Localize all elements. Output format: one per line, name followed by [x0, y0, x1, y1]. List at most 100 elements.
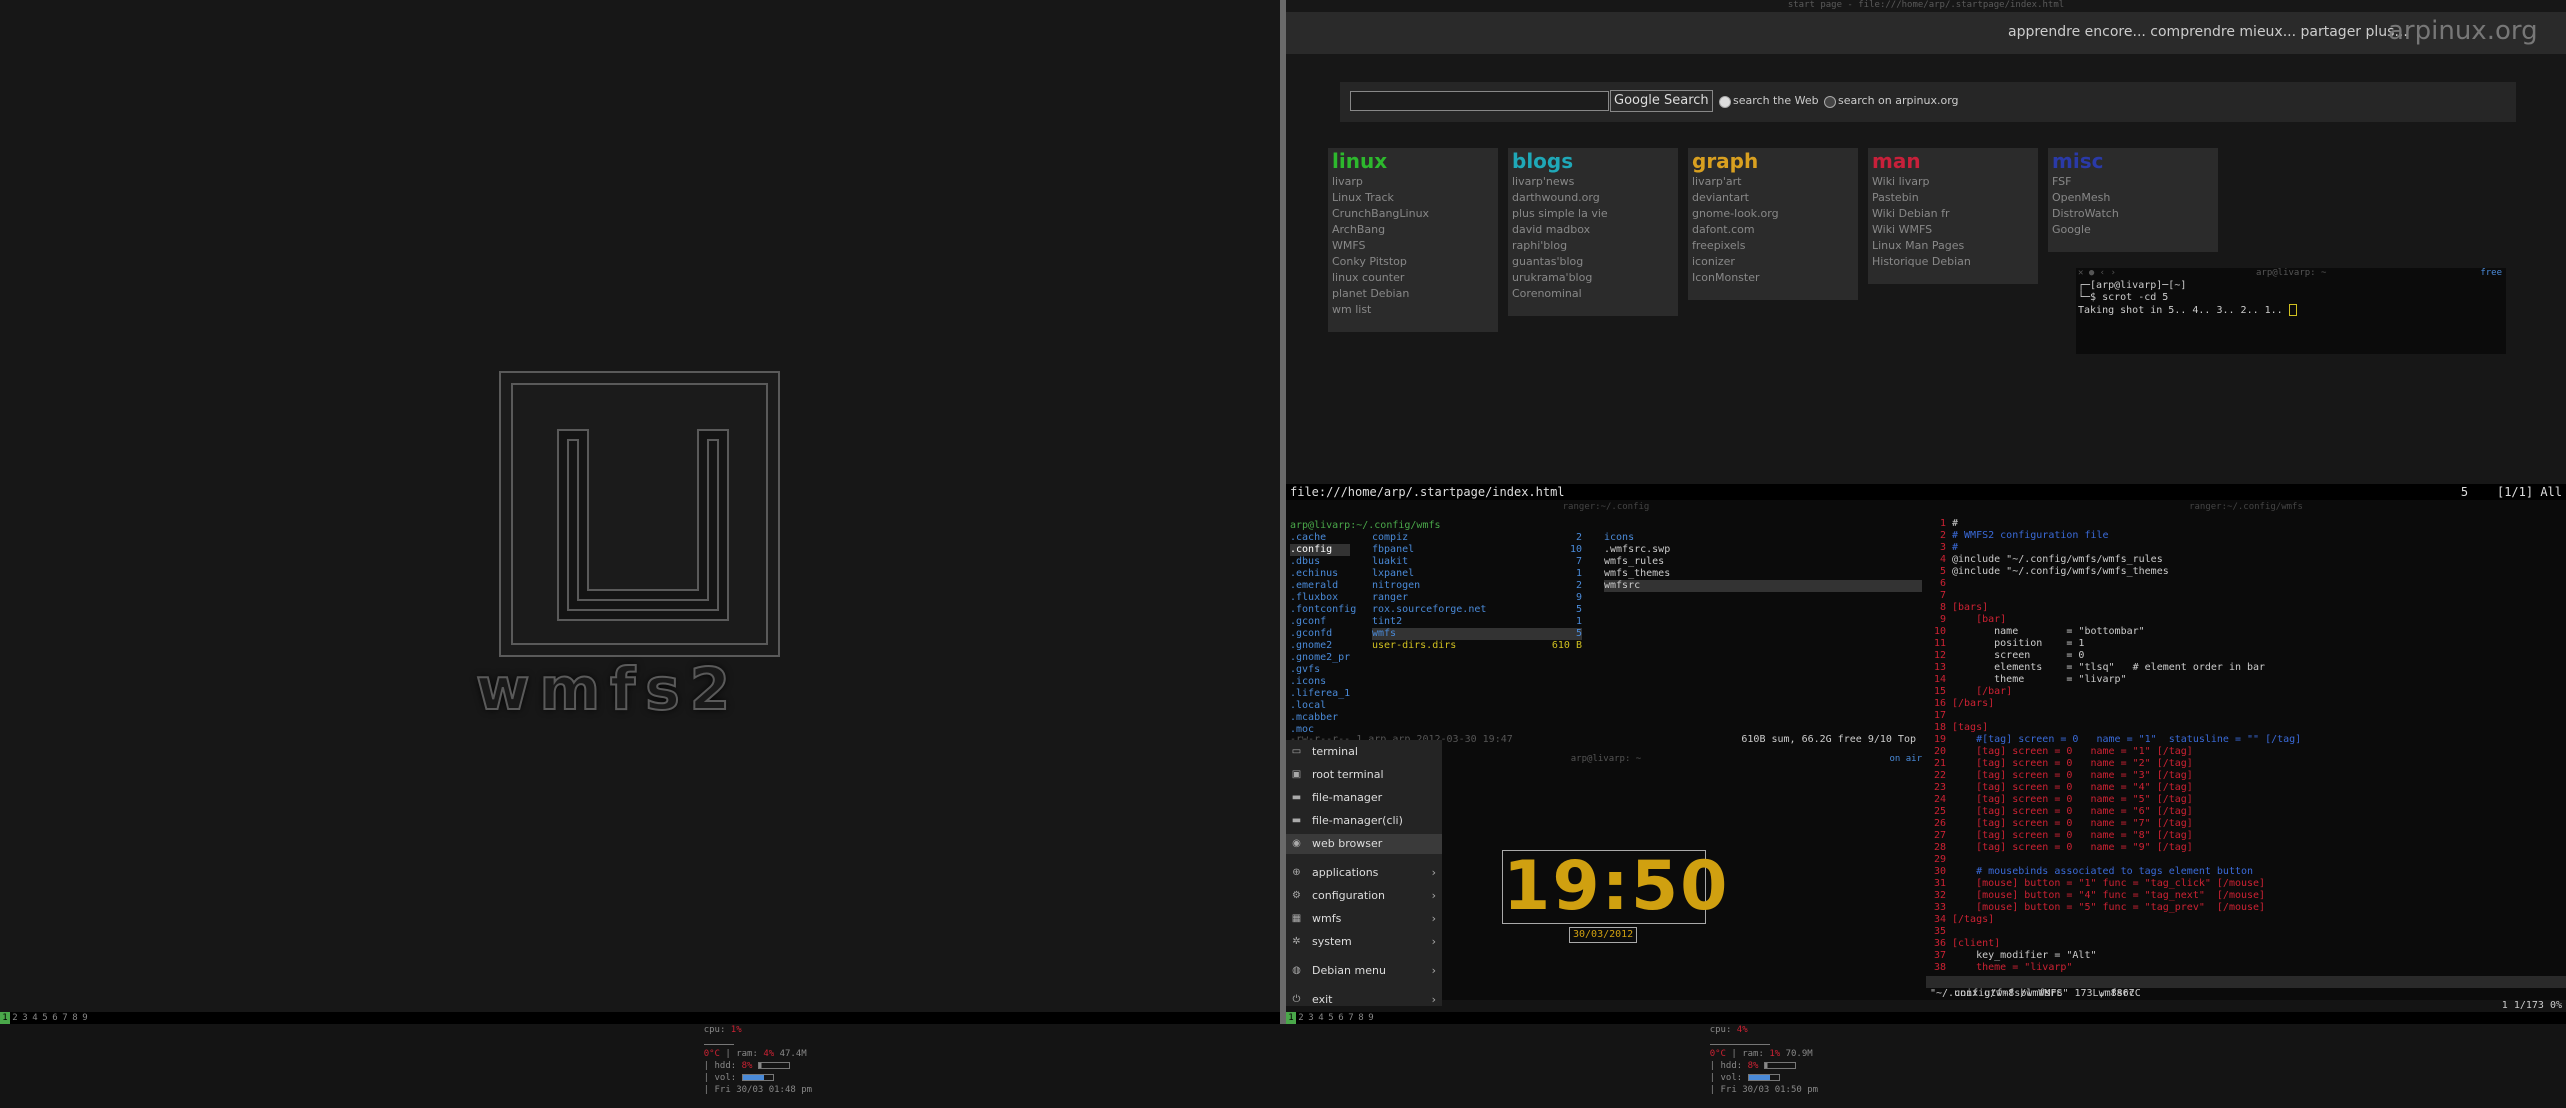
menu-item-wmfs[interactable]: ▦ wmfs › [1286, 909, 1442, 929]
tag-8[interactable]: 8 [1356, 1012, 1366, 1024]
category-link[interactable]: WMFS [1328, 238, 1498, 254]
category-link[interactable]: CrunchBangLinux [1328, 206, 1498, 222]
ranger-col-parent[interactable]: .cache .config .dbus .echinus .emerald .fluxb… [1290, 532, 1356, 736]
menu-item-exit[interactable]: ⏻ exit › [1286, 990, 1442, 1010]
ranger-entry[interactable]: wmfsrc [1604, 580, 1922, 592]
ranger-entry[interactable]: .emerald [1290, 580, 1350, 592]
category-link[interactable]: Corenominal [1508, 286, 1678, 302]
category-link[interactable]: linux counter [1328, 270, 1498, 286]
ranger-entry[interactable]: .gconf [1290, 616, 1350, 628]
category-link[interactable]: freepixels [1688, 238, 1858, 254]
tag-1[interactable]: 1 [0, 1012, 10, 1024]
menu-item-debian-menu[interactable]: ◍ Debian menu › [1286, 961, 1442, 981]
ranger-entry[interactable]: tint2 1 [1372, 616, 1582, 628]
ranger-entry[interactable]: fbpanel 10 [1372, 544, 1582, 556]
category-link[interactable]: Pastebin [1868, 190, 2038, 206]
ranger-col-preview[interactable]: icons .wmfsrc.swp wmfs_rules wmfs_themes wmf… [1604, 532, 1922, 592]
radio-web[interactable] [1719, 96, 1731, 108]
category-link[interactable]: david madbox [1508, 222, 1678, 238]
vim-buffer[interactable]: 1 #2 # WMFS2 configuration file 3 #4 @include… [1926, 518, 2301, 974]
ranger-entry[interactable]: .gvfs [1290, 664, 1350, 676]
category-link[interactable]: OpenMesh [2048, 190, 2218, 206]
category-link[interactable]: gnome-look.org [1688, 206, 1858, 222]
category-link[interactable]: raphi'blog [1508, 238, 1678, 254]
radio-site[interactable] [1824, 96, 1836, 108]
menu-item-system[interactable]: ✲ system › [1286, 932, 1442, 952]
volume-meter[interactable] [1747, 1074, 1780, 1081]
menu-item-applications[interactable]: ⊕ applications › [1286, 863, 1442, 883]
ranger-entry[interactable]: user-dirs.dirs 610 B [1372, 640, 1582, 652]
ranger-entry[interactable]: wmfs_rules [1604, 556, 1922, 568]
category-link[interactable]: dafont.com [1688, 222, 1858, 238]
tag-9[interactable]: 9 [80, 1012, 90, 1024]
category-link[interactable]: darthwound.org [1508, 190, 1678, 206]
tag-5[interactable]: 5 [1326, 1012, 1336, 1024]
category-link[interactable]: wm list [1328, 302, 1498, 318]
ranger-entry[interactable]: ranger 9 [1372, 592, 1582, 604]
ranger-entry[interactable]: .gnome2_pr [1290, 652, 1350, 664]
ranger-col-current[interactable]: compiz 2 fbpanel 10 luakit 7 lxpanel 1 nitrogen 2… [1372, 532, 1582, 652]
ranger-entry[interactable]: nitrogen 2 [1372, 580, 1582, 592]
category-link[interactable]: livarp'art [1688, 174, 1858, 190]
ranger-entry[interactable]: luakit 7 [1372, 556, 1582, 568]
search-input[interactable] [1350, 91, 1609, 111]
menu-item-web-browser[interactable]: ◉ web browser [1286, 834, 1442, 854]
ranger-entry[interactable]: .wmfsrc.swp [1604, 544, 1922, 556]
ranger-entry[interactable]: .echinus [1290, 568, 1350, 580]
category-link[interactable]: Wiki WMFS [1868, 222, 2038, 238]
ranger-entry[interactable]: wmfs_themes [1604, 568, 1922, 580]
ranger-window[interactable]: ranger:~/.config arp@livarp:~/.config/wm… [1286, 500, 1926, 752]
ranger-entry[interactable]: .local [1290, 700, 1350, 712]
category-link[interactable]: FSF [2048, 174, 2218, 190]
category-link[interactable]: livarp'news [1508, 174, 1678, 190]
category-link[interactable]: plus simple la vie [1508, 206, 1678, 222]
ranger-entry[interactable]: .config [1290, 544, 1350, 556]
menu-item-root-terminal[interactable]: ▣ root terminal [1286, 765, 1442, 785]
ranger-entry[interactable]: .liferea_1 [1290, 688, 1350, 700]
tag-7[interactable]: 7 [1346, 1012, 1356, 1024]
category-link[interactable]: iconizer [1688, 254, 1858, 270]
tag-7[interactable]: 7 [60, 1012, 70, 1024]
volume-meter[interactable] [741, 1074, 774, 1081]
menu-item-file-manager[interactable]: ▬ file-manager [1286, 788, 1442, 808]
ranger-entry[interactable]: wmfs 5 [1372, 628, 1582, 640]
tag-9[interactable]: 9 [1366, 1012, 1376, 1024]
tag-8[interactable]: 8 [70, 1012, 80, 1024]
ranger-entry[interactable]: .gnome2 [1290, 640, 1350, 652]
category-link[interactable]: Wiki livarp [1868, 174, 2038, 190]
ranger-entry[interactable]: .dbus [1290, 556, 1350, 568]
category-link[interactable]: deviantart [1688, 190, 1858, 206]
category-link[interactable]: DistroWatch [2048, 206, 2218, 222]
category-link[interactable]: Linux Man Pages [1868, 238, 2038, 254]
tag-3[interactable]: 3 [20, 1012, 30, 1024]
category-link[interactable]: Google [2048, 222, 2218, 238]
ranger-entry[interactable]: .gconfd [1290, 628, 1350, 640]
ranger-entry[interactable]: .cache [1290, 532, 1350, 544]
site-name[interactable]: arpinux.org [2388, 16, 2538, 46]
ranger-entry[interactable]: .mcabber [1290, 712, 1350, 724]
tag-list[interactable]: 123456789 [0, 1012, 90, 1024]
ranger-entry[interactable]: .fluxbox [1290, 592, 1350, 604]
category-link[interactable]: guantas'blog [1508, 254, 1678, 270]
google-search-button[interactable]: Google Search [1610, 90, 1713, 112]
ranger-entry[interactable]: .icons [1290, 676, 1350, 688]
menu-item-file-manager-cli-[interactable]: ▬ file-manager(cli) [1286, 811, 1442, 831]
ranger-entry[interactable]: .fontconfig [1290, 604, 1356, 616]
tag-2[interactable]: 2 [10, 1012, 20, 1024]
tag-6[interactable]: 6 [50, 1012, 60, 1024]
tag-1[interactable]: 1 [1286, 1012, 1296, 1024]
category-link[interactable]: urukrama'blog [1508, 270, 1678, 286]
category-link[interactable]: Conky Pitstop [1328, 254, 1498, 270]
close-icon[interactable]: ✕ ● ‹ › [2078, 268, 2116, 278]
category-link[interactable]: Historique Debian [1868, 254, 2038, 270]
tag-6[interactable]: 6 [1336, 1012, 1346, 1024]
mini-terminal[interactable]: ✕ ● ‹ › arp@livarp: ~ free ┌─[arp@livarp… [2076, 268, 2506, 354]
vim-window[interactable]: ranger:~/.config/wmfs 1 #2 # WMFS2 configu… [1926, 500, 2566, 1011]
tag-4[interactable]: 4 [1316, 1012, 1326, 1024]
tag-2[interactable]: 2 [1296, 1012, 1306, 1024]
category-link[interactable]: Linux Track [1328, 190, 1498, 206]
tag-5[interactable]: 5 [40, 1012, 50, 1024]
tag-4[interactable]: 4 [30, 1012, 40, 1024]
menu-item-configuration[interactable]: ⚙ configuration › [1286, 886, 1442, 906]
menu-item-terminal[interactable]: ▭ terminal [1286, 742, 1442, 762]
